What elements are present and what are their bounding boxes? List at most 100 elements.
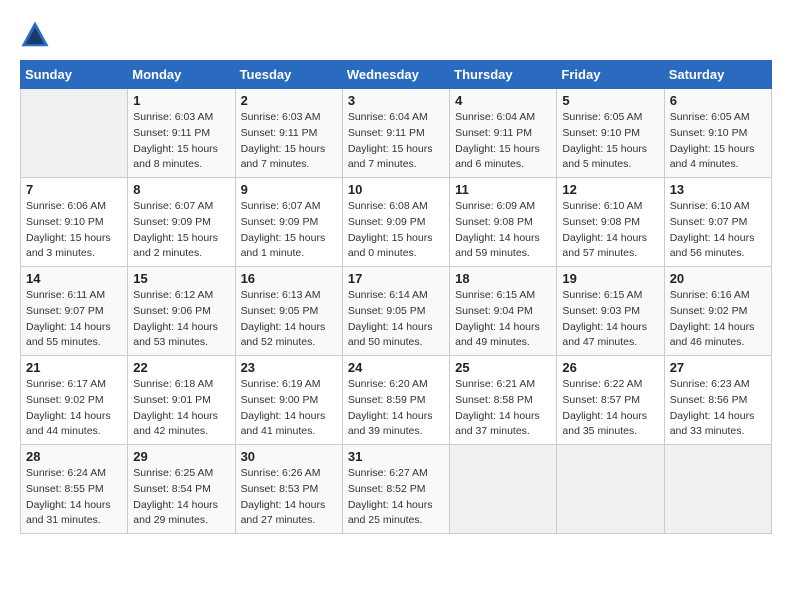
- day-number: 15: [133, 271, 229, 286]
- day-number: 12: [562, 182, 658, 197]
- calendar-cell: 8 Sunrise: 6:07 AM Sunset: 9:09 PM Daylig…: [128, 178, 235, 267]
- day-number: 23: [241, 360, 337, 375]
- weekday-header: Thursday: [450, 61, 557, 89]
- page-header: [20, 20, 772, 50]
- calendar-cell: 23Sunrise: 6:19 AM Sunset: 9:00 PM Dayli…: [235, 356, 342, 445]
- day-number: 30: [241, 449, 337, 464]
- day-number: 14: [26, 271, 122, 286]
- day-info: Sunrise: 6:05 AM Sunset: 9:10 PM Dayligh…: [562, 110, 658, 173]
- calendar-cell: 17 Sunrise: 6:14 AM Sunset: 9:05 PM Dayli…: [342, 267, 449, 356]
- day-info: Sunrise: 6:03 AM Sunset: 9:11 PM Dayligh…: [133, 110, 229, 173]
- day-info: Sunrise: 6:18 AM Sunset: 9:01 PM Dayligh…: [133, 377, 229, 440]
- calendar-cell: 19 Sunrise: 6:15 AM Sunset: 9:03 PM Dayli…: [557, 267, 664, 356]
- day-number: 5: [562, 93, 658, 108]
- day-info: Sunrise: 6:08 AM Sunset: 9:09 PM Dayligh…: [348, 199, 444, 262]
- calendar-cell: 29Sunrise: 6:25 AM Sunset: 8:54 PM Dayli…: [128, 445, 235, 534]
- day-info: Sunrise: 6:15 AM Sunset: 9:03 PM Dayligh…: [562, 288, 658, 351]
- day-info: Sunrise: 6:07 AM Sunset: 9:09 PM Dayligh…: [241, 199, 337, 262]
- day-number: 18: [455, 271, 551, 286]
- calendar-cell: 12 Sunrise: 6:10 AM Sunset: 9:08 PM Dayli…: [557, 178, 664, 267]
- calendar-cell: 7Sunrise: 6:06 AM Sunset: 9:10 PM Daylig…: [21, 178, 128, 267]
- logo-icon: [20, 20, 50, 50]
- day-info: Sunrise: 6:10 AM Sunset: 9:08 PM Dayligh…: [562, 199, 658, 262]
- calendar-week-row: 28 Sunrise: 6:24 AM Sunset: 8:55 PM Dayli…: [21, 445, 772, 534]
- day-number: 22: [133, 360, 229, 375]
- calendar-cell: 21Sunrise: 6:17 AM Sunset: 9:02 PM Dayli…: [21, 356, 128, 445]
- day-number: 2: [241, 93, 337, 108]
- day-number: 20: [670, 271, 766, 286]
- logo: [20, 20, 54, 50]
- day-number: 9: [241, 182, 337, 197]
- day-info: Sunrise: 6:25 AM Sunset: 8:54 PM Dayligh…: [133, 466, 229, 529]
- day-number: 1: [133, 93, 229, 108]
- calendar-cell: 20 Sunrise: 6:16 AM Sunset: 9:02 PM Dayli…: [664, 267, 771, 356]
- day-info: Sunrise: 6:05 AM Sunset: 9:10 PM Dayligh…: [670, 110, 766, 173]
- day-info: Sunrise: 6:12 AM Sunset: 9:06 PM Dayligh…: [133, 288, 229, 351]
- day-info: Sunrise: 6:04 AM Sunset: 9:11 PM Dayligh…: [455, 110, 551, 173]
- calendar-cell: 11 Sunrise: 6:09 AM Sunset: 9:08 PM Dayli…: [450, 178, 557, 267]
- day-number: 19: [562, 271, 658, 286]
- weekday-header-row: SundayMondayTuesdayWednesdayThursdayFrid…: [21, 61, 772, 89]
- day-info: Sunrise: 6:16 AM Sunset: 9:02 PM Dayligh…: [670, 288, 766, 351]
- day-number: 28: [26, 449, 122, 464]
- day-info: Sunrise: 6:22 AM Sunset: 8:57 PM Dayligh…: [562, 377, 658, 440]
- calendar-cell: 26 Sunrise: 6:22 AM Sunset: 8:57 PM Dayli…: [557, 356, 664, 445]
- day-number: 17: [348, 271, 444, 286]
- calendar-cell: 27Sunrise: 6:23 AM Sunset: 8:56 PM Dayli…: [664, 356, 771, 445]
- calendar-cell: 3 Sunrise: 6:04 AM Sunset: 9:11 PM Daylig…: [342, 89, 449, 178]
- day-number: 8: [133, 182, 229, 197]
- calendar-cell: 25Sunrise: 6:21 AM Sunset: 8:58 PM Dayli…: [450, 356, 557, 445]
- day-number: 21: [26, 360, 122, 375]
- weekday-header: Friday: [557, 61, 664, 89]
- calendar-cell: 15 Sunrise: 6:12 AM Sunset: 9:06 PM Dayli…: [128, 267, 235, 356]
- day-info: Sunrise: 6:27 AM Sunset: 8:52 PM Dayligh…: [348, 466, 444, 529]
- day-info: Sunrise: 6:24 AM Sunset: 8:55 PM Dayligh…: [26, 466, 122, 529]
- calendar-cell: 4 Sunrise: 6:04 AM Sunset: 9:11 PM Daylig…: [450, 89, 557, 178]
- day-number: 24: [348, 360, 444, 375]
- calendar-cell: 30Sunrise: 6:26 AM Sunset: 8:53 PM Dayli…: [235, 445, 342, 534]
- weekday-header: Saturday: [664, 61, 771, 89]
- day-number: 3: [348, 93, 444, 108]
- day-number: 11: [455, 182, 551, 197]
- calendar-week-row: 14 Sunrise: 6:11 AM Sunset: 9:07 PM Dayli…: [21, 267, 772, 356]
- weekday-header: Sunday: [21, 61, 128, 89]
- weekday-header: Monday: [128, 61, 235, 89]
- day-number: 10: [348, 182, 444, 197]
- calendar-cell: 28 Sunrise: 6:24 AM Sunset: 8:55 PM Dayli…: [21, 445, 128, 534]
- weekday-header: Wednesday: [342, 61, 449, 89]
- day-info: Sunrise: 6:11 AM Sunset: 9:07 PM Dayligh…: [26, 288, 122, 351]
- calendar-cell: 1 Sunrise: 6:03 AM Sunset: 9:11 PM Daylig…: [128, 89, 235, 178]
- day-info: Sunrise: 6:09 AM Sunset: 9:08 PM Dayligh…: [455, 199, 551, 262]
- calendar-cell: [664, 445, 771, 534]
- calendar-week-row: 21Sunrise: 6:17 AM Sunset: 9:02 PM Dayli…: [21, 356, 772, 445]
- calendar-cell: 9 Sunrise: 6:07 AM Sunset: 9:09 PM Daylig…: [235, 178, 342, 267]
- calendar-cell: 10 Sunrise: 6:08 AM Sunset: 9:09 PM Dayli…: [342, 178, 449, 267]
- calendar-cell: 5 Sunrise: 6:05 AM Sunset: 9:10 PM Daylig…: [557, 89, 664, 178]
- calendar-cell: 6 Sunrise: 6:05 AM Sunset: 9:10 PM Daylig…: [664, 89, 771, 178]
- calendar-cell: 16Sunrise: 6:13 AM Sunset: 9:05 PM Dayli…: [235, 267, 342, 356]
- calendar-cell: 14 Sunrise: 6:11 AM Sunset: 9:07 PM Dayli…: [21, 267, 128, 356]
- day-number: 6: [670, 93, 766, 108]
- day-number: 31: [348, 449, 444, 464]
- day-info: Sunrise: 6:07 AM Sunset: 9:09 PM Dayligh…: [133, 199, 229, 262]
- calendar-cell: 13Sunrise: 6:10 AM Sunset: 9:07 PM Dayli…: [664, 178, 771, 267]
- calendar-cell: 2 Sunrise: 6:03 AM Sunset: 9:11 PM Daylig…: [235, 89, 342, 178]
- day-number: 26: [562, 360, 658, 375]
- day-info: Sunrise: 6:03 AM Sunset: 9:11 PM Dayligh…: [241, 110, 337, 173]
- weekday-header: Tuesday: [235, 61, 342, 89]
- calendar-cell: 24Sunrise: 6:20 AM Sunset: 8:59 PM Dayli…: [342, 356, 449, 445]
- calendar-cell: [557, 445, 664, 534]
- day-number: 25: [455, 360, 551, 375]
- calendar-cell: [450, 445, 557, 534]
- calendar-cell: 22 Sunrise: 6:18 AM Sunset: 9:01 PM Dayli…: [128, 356, 235, 445]
- calendar-cell: [21, 89, 128, 178]
- day-info: Sunrise: 6:04 AM Sunset: 9:11 PM Dayligh…: [348, 110, 444, 173]
- calendar-cell: 18Sunrise: 6:15 AM Sunset: 9:04 PM Dayli…: [450, 267, 557, 356]
- calendar-week-row: 7Sunrise: 6:06 AM Sunset: 9:10 PM Daylig…: [21, 178, 772, 267]
- day-number: 7: [26, 182, 122, 197]
- day-info: Sunrise: 6:23 AM Sunset: 8:56 PM Dayligh…: [670, 377, 766, 440]
- calendar-cell: 31 Sunrise: 6:27 AM Sunset: 8:52 PM Dayli…: [342, 445, 449, 534]
- day-number: 4: [455, 93, 551, 108]
- day-info: Sunrise: 6:14 AM Sunset: 9:05 PM Dayligh…: [348, 288, 444, 351]
- day-info: Sunrise: 6:13 AM Sunset: 9:05 PM Dayligh…: [241, 288, 337, 351]
